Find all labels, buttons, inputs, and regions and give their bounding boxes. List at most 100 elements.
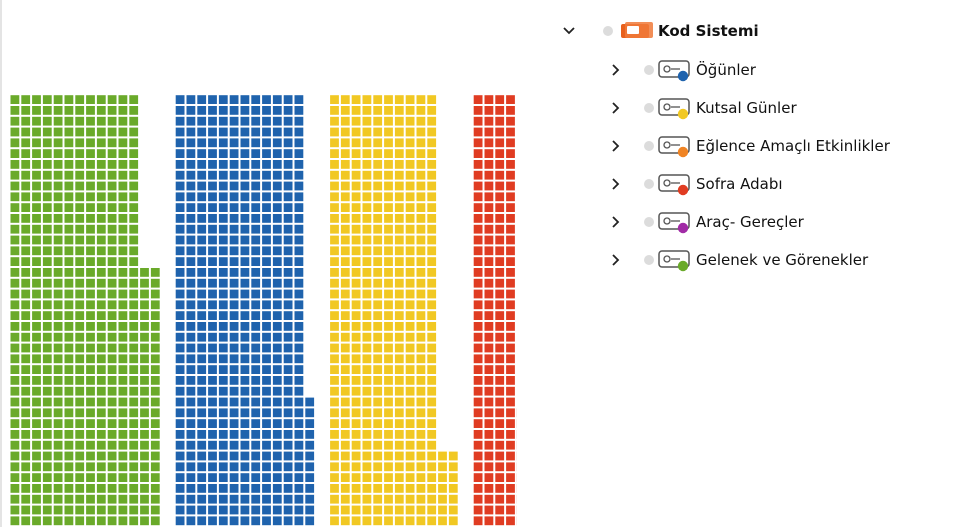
chevron-right-icon[interactable] (607, 138, 623, 154)
waffle-cell (107, 516, 117, 526)
waffle-cell (107, 203, 117, 212)
waffle-cell (218, 516, 228, 526)
waffle-cell (373, 289, 383, 299)
waffle-cell (186, 311, 196, 320)
waffle-cell (473, 149, 483, 158)
waffle-cell (340, 192, 350, 202)
waffle-cell (197, 451, 207, 461)
waffle-cell (473, 386, 483, 396)
waffle-cell (340, 160, 350, 169)
tree-root-label[interactable]: Kod Sistemi (658, 21, 759, 41)
waffle-cell (351, 386, 361, 396)
tree-item[interactable]: Sofra Adabı (555, 169, 960, 199)
waffle-cell (86, 516, 95, 526)
waffle-cell (32, 289, 41, 299)
waffle-cell (384, 332, 393, 342)
waffle-cell (351, 451, 361, 461)
waffle-cell (218, 505, 228, 515)
tree-item-label[interactable]: Kutsal Günler (696, 98, 797, 118)
waffle-cell (448, 484, 458, 493)
tree-item-label[interactable]: Sofra Adabı (696, 174, 783, 194)
waffle-cell (262, 386, 271, 396)
chevron-right-icon[interactable] (607, 252, 623, 268)
waffle-cell (150, 386, 160, 396)
waffle-cell (21, 516, 31, 526)
waffle-cell (175, 224, 185, 234)
waffle-cell (229, 322, 239, 331)
waffle-cell (186, 354, 196, 364)
waffle-cell (118, 408, 128, 418)
chevron-right-icon[interactable] (607, 100, 623, 116)
waffle-cell (21, 149, 31, 158)
chevron-down-icon[interactable] (561, 23, 577, 39)
waffle-cell (218, 214, 228, 223)
waffle-cell (107, 451, 117, 461)
waffle-cell (506, 451, 515, 461)
waffle-chart (0, 0, 517, 527)
waffle-cell (186, 203, 196, 212)
waffle-cell (272, 149, 282, 158)
waffle-cell (427, 300, 437, 310)
waffle-cell (405, 160, 415, 169)
waffle-cell (208, 419, 217, 428)
waffle-cell (272, 116, 282, 126)
tree-item[interactable]: Öğünler (555, 55, 960, 85)
tree-root-row[interactable]: Kod Sistemi (555, 16, 960, 46)
waffle-cell (384, 106, 393, 115)
waffle-cell (330, 278, 339, 288)
waffle-cell (294, 376, 304, 385)
waffle-cell (175, 484, 185, 493)
waffle-cell (10, 343, 20, 353)
waffle-cell (107, 354, 117, 364)
waffle-cell (384, 343, 393, 353)
tree-item-label[interactable]: Eğlence Amaçlı Etkinlikler (696, 136, 890, 156)
waffle-cell (218, 365, 228, 374)
tree-item[interactable]: Kutsal Günler (555, 93, 960, 123)
waffle-cell (394, 365, 404, 374)
waffle-cell (75, 440, 85, 450)
waffle-cell (186, 268, 196, 277)
waffle-cell (229, 95, 239, 104)
tree-item-label[interactable]: Araç- Gereçler (696, 212, 804, 232)
waffle-cell (21, 462, 31, 472)
tree-item[interactable]: Eğlence Amaçlı Etkinlikler (555, 131, 960, 161)
waffle-cell (10, 278, 20, 288)
waffle-cell (427, 419, 437, 428)
waffle-cell (262, 354, 271, 364)
waffle-cell (384, 300, 393, 310)
chevron-right-icon[interactable] (607, 62, 623, 78)
tree-item[interactable]: Gelenek ve Görenekler (555, 245, 960, 275)
waffle-cell (330, 192, 339, 202)
chevron-right-icon[interactable] (607, 214, 623, 230)
waffle-cell (53, 386, 63, 396)
waffle-cell (197, 138, 207, 148)
waffle-cell (107, 332, 117, 342)
waffle-cell (330, 246, 339, 256)
tree-item[interactable]: Araç- Gereçler (555, 207, 960, 237)
waffle-cell (373, 397, 383, 407)
waffle-cell (197, 289, 207, 299)
waffle-cell (218, 494, 228, 504)
waffle-cell (118, 494, 128, 504)
waffle-cell (405, 408, 415, 418)
chevron-right-icon[interactable] (607, 176, 623, 192)
waffle-cell (75, 268, 85, 277)
tree-item-label[interactable]: Gelenek ve Görenekler (696, 250, 868, 270)
waffle-cell (240, 268, 250, 277)
waffle-cell (140, 462, 149, 472)
waffle-cell (208, 181, 217, 191)
waffle-cell (140, 343, 149, 353)
waffle-cell (140, 386, 149, 396)
waffle-cell (506, 138, 515, 148)
code-system-tree: Kod Sistemi Öğünler Kutsal Günler Eğlence … (555, 0, 960, 527)
waffle-cell (186, 332, 196, 342)
waffle-cell (53, 430, 63, 439)
waffle-cell (118, 440, 128, 450)
waffle-cell (208, 300, 217, 310)
waffle-cell (262, 214, 271, 223)
tree-item-label[interactable]: Öğünler (696, 60, 756, 80)
waffle-cell (283, 376, 293, 385)
waffle-cell (362, 235, 372, 245)
waffle-cell (32, 268, 41, 277)
waffle-cell (96, 386, 106, 396)
